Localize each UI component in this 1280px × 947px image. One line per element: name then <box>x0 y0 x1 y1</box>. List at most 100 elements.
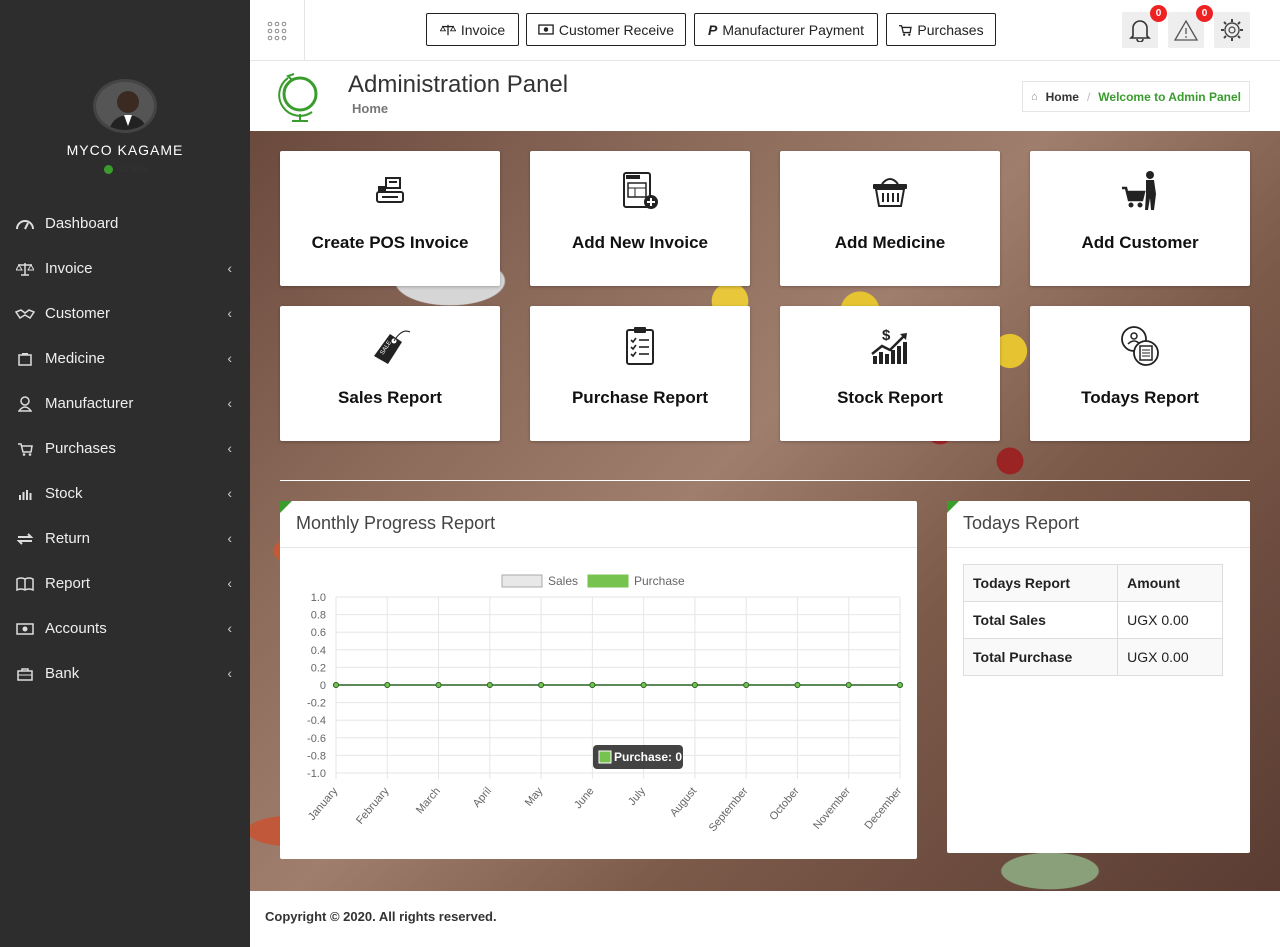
purchases-button[interactable]: Purchases <box>886 13 996 46</box>
sidebar-item-label: Manufacturer <box>45 395 134 412</box>
cart-icon <box>899 24 913 36</box>
sales-report-card[interactable]: SALE Sales Report <box>280 306 500 441</box>
data-point <box>794 682 801 688</box>
page-header: Administration Panel Home ⌂ Home / Welco… <box>250 61 1280 131</box>
tooltip-text: Purchase: 0 <box>614 750 682 764</box>
user-name: MYCO KAGAME <box>66 142 184 158</box>
y-tick-label: 0 <box>320 680 326 692</box>
copyright-text: Copyright © 2020. All rights reserved. <box>265 909 497 924</box>
money-icon <box>538 24 554 35</box>
y-tick-label: 0.4 <box>311 645 326 657</box>
sidebar-item-stock[interactable]: Stock ‹ <box>0 471 250 516</box>
divider <box>280 480 1250 481</box>
sidebar-item-label: Report <box>45 575 91 592</box>
sidebar-item-report[interactable]: Report ‹ <box>0 561 250 606</box>
chevron-left-icon: ‹ <box>227 350 232 366</box>
x-tick-label: January <box>306 785 341 823</box>
sidebar-item-accounts[interactable]: Accounts ‹ <box>0 606 250 651</box>
data-point <box>486 682 493 688</box>
sidebar-item-purchases[interactable]: Purchases ‹ <box>0 426 250 471</box>
x-tick-label: November <box>811 785 853 832</box>
todays-report-panel: Todays Report Todays Report Amount Total… <box>947 501 1250 853</box>
gear-icon <box>1221 19 1243 41</box>
cash-register-icon <box>374 169 406 213</box>
sidebar-item-manufacturer[interactable]: Manufacturer ‹ <box>0 381 250 426</box>
manufacturer-payment-button[interactable]: P Manufacturer Payment <box>694 13 878 46</box>
book-icon <box>15 576 35 592</box>
card-label: Add Medicine <box>834 233 946 252</box>
data-point <box>640 682 647 688</box>
card-label: Stock Report <box>837 388 943 407</box>
y-tick-label: 0.6 <box>311 627 326 639</box>
sidebar-item-dashboard[interactable]: Dashboard <box>0 201 250 246</box>
card-label: Purchase Report <box>571 388 709 407</box>
sidebar-item-label: Return <box>45 530 91 547</box>
y-tick-label: -0.8 <box>307 750 326 762</box>
y-tick-label: 1.0 <box>311 592 326 604</box>
sidebar-item-invoice[interactable]: Invoice ‹ <box>0 246 250 291</box>
y-tick-label: 0.8 <box>311 610 326 622</box>
data-point <box>538 682 545 688</box>
bank-icon <box>15 666 35 682</box>
card-label: Add New Invoice <box>571 233 709 252</box>
sidebar-item-customer[interactable]: Customer ‹ <box>0 291 250 336</box>
avatar[interactable] <box>93 79 157 133</box>
y-tick-label: -1.0 <box>307 768 326 780</box>
create-pos-invoice-card[interactable]: Create POS Invoice <box>280 151 500 286</box>
sidebar-item-return[interactable]: Return ‹ <box>0 516 250 561</box>
chevron-left-icon: ‹ <box>227 395 232 411</box>
add-medicine-card[interactable]: Add Medicine <box>780 151 1000 286</box>
y-tick-label: -0.2 <box>307 698 326 710</box>
dashboard-content: Create POS Invoice Add New Invoice Add M… <box>250 131 1280 891</box>
tooltip-swatch <box>598 750 612 764</box>
row-amount: UGX 0.00 <box>1117 601 1223 639</box>
card-label: Sales Report <box>338 388 442 407</box>
breadcrumb-home[interactable]: Home <box>1046 90 1079 104</box>
chevron-left-icon: ‹ <box>227 305 232 321</box>
row-label: Total Sales <box>962 601 1119 639</box>
data-point <box>743 682 750 688</box>
dashboard-icon <box>15 216 35 232</box>
invoice-add-icon <box>620 169 660 213</box>
paypal-icon: P <box>708 21 718 38</box>
chevron-left-icon: ‹ <box>227 575 232 591</box>
sidebar-item-medicine[interactable]: Medicine ‹ <box>0 336 250 381</box>
cart-icon <box>15 441 35 457</box>
sidebar-item-bank[interactable]: Bank ‹ <box>0 651 250 696</box>
stock-report-card[interactable]: $ Stock Report <box>780 306 1000 441</box>
panel-corner-accent <box>947 501 959 513</box>
customer-receive-button[interactable]: Customer Receive <box>526 13 686 46</box>
growth-chart-icon: $ <box>870 324 910 368</box>
data-point <box>384 682 391 688</box>
x-tick-label: August <box>668 785 699 819</box>
home-icon: ⌂ <box>1030 90 1038 103</box>
y-tick-label: -0.4 <box>307 715 326 727</box>
breadcrumb-separator: / <box>1086 89 1091 104</box>
x-tick-label: September <box>707 785 751 834</box>
notifications-button[interactable]: 0 <box>1122 5 1167 48</box>
user-icon <box>15 395 35 412</box>
sidebar-item-label: Medicine <box>45 350 106 367</box>
shopper-cart-icon <box>1120 169 1160 213</box>
invoice-button[interactable]: Invoice <box>426 13 519 46</box>
table-header-row: Todays Report Amount <box>962 564 1223 602</box>
grid-icon <box>267 21 287 40</box>
purchase-report-card[interactable]: Purchase Report <box>530 306 750 441</box>
add-customer-card[interactable]: Add Customer <box>1030 151 1250 286</box>
alerts-button[interactable]: 0 <box>1168 5 1213 48</box>
money-icon <box>15 621 35 637</box>
invoice-button-label: Invoice <box>460 21 506 38</box>
todays-report-card[interactable]: Todays Report <box>1030 306 1250 441</box>
card-label: Todays Report <box>1081 388 1199 407</box>
add-new-invoice-card[interactable]: Add New Invoice <box>530 151 750 286</box>
warning-icon <box>1174 19 1198 41</box>
settings-button[interactable] <box>1214 12 1250 48</box>
sidebar-item-label: Purchases <box>45 440 116 457</box>
status-label: Online <box>119 164 148 175</box>
balance-scale-icon <box>439 24 456 35</box>
x-tick-label: June <box>572 785 597 811</box>
y-tick-label: 0.2 <box>311 662 326 674</box>
chevron-left-icon: ‹ <box>227 530 232 546</box>
apps-grid-button[interactable] <box>250 0 305 61</box>
svg-text:$: $ <box>882 327 891 344</box>
